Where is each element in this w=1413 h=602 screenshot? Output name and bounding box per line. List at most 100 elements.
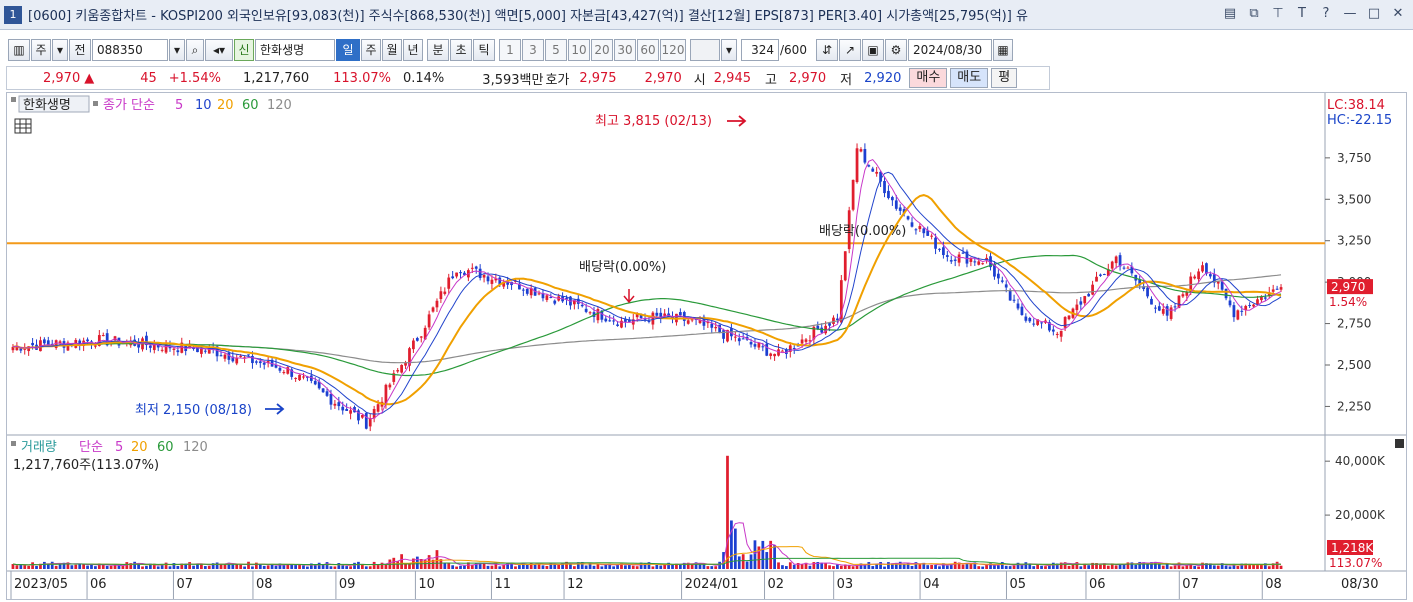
candle-body — [1075, 304, 1079, 311]
volume-bar — [808, 565, 812, 569]
candle-body — [451, 276, 455, 279]
close-icon[interactable]: ✕ — [1389, 5, 1407, 23]
code-dropdown-icon[interactable]: ▾ — [169, 39, 185, 61]
period-type-button[interactable]: 주 — [31, 39, 51, 61]
restore-icon[interactable]: ⧉ — [1245, 5, 1263, 23]
help-icon[interactable]: ? — [1317, 5, 1335, 23]
layout-icon[interactable]: ▤ — [1221, 5, 1239, 23]
shin-badge[interactable]: 신 — [234, 39, 254, 61]
font-icon[interactable]: T — [1293, 5, 1311, 23]
interval-3[interactable]: 3 — [522, 39, 544, 61]
maximize-icon[interactable]: □ — [1365, 5, 1383, 23]
open-label: 시 — [693, 72, 706, 88]
candle-body — [1024, 316, 1028, 321]
calendar-icon[interactable]: ▦ — [993, 39, 1013, 61]
save-icon[interactable]: ▣ — [862, 39, 884, 61]
candle-body — [753, 344, 757, 347]
eval-button[interactable]: 평 — [991, 68, 1018, 88]
interval-custom-input[interactable] — [690, 39, 720, 61]
volume-bar — [349, 566, 352, 569]
chevron-down-icon[interactable]: ▾ — [52, 39, 68, 61]
candle-body — [961, 252, 965, 254]
candle-body — [239, 355, 243, 357]
candle-body — [1032, 323, 1036, 325]
search-icon[interactable]: ⌕ — [186, 39, 204, 61]
candle-body — [412, 340, 415, 350]
candle-body — [953, 259, 957, 261]
volume-bar — [824, 562, 828, 569]
ma5-label: 5 — [175, 98, 183, 113]
volume-bar — [188, 562, 192, 569]
pin-icon[interactable]: ⊤ — [1269, 5, 1287, 23]
sell-button[interactable]: 매도 — [950, 68, 989, 88]
volume-bar — [46, 564, 50, 569]
candle-body — [781, 350, 784, 352]
candle-body — [859, 149, 863, 152]
tab-day[interactable]: 일 — [336, 39, 360, 61]
volume-bar — [737, 556, 741, 569]
volume-bar — [745, 561, 749, 569]
candle-body — [1051, 329, 1055, 332]
candle-body — [934, 237, 937, 249]
candle-body — [1067, 315, 1071, 320]
interval-30[interactable]: 30 — [614, 39, 636, 61]
tab-minute[interactable]: 분 — [427, 39, 449, 61]
interval-120[interactable]: 120 — [660, 39, 686, 61]
x-last-date: 08/30 — [1341, 577, 1378, 592]
volume-bar — [380, 562, 384, 569]
tab-tick[interactable]: 틱 — [473, 39, 495, 61]
candle-body — [1091, 284, 1094, 295]
volume-bar — [396, 561, 400, 569]
interval-1[interactable]: 1 — [499, 39, 521, 61]
date-input[interactable]: 2024/08/30 — [908, 39, 992, 61]
candle-tool-icon[interactable]: ⇵ — [816, 39, 838, 61]
jeon-button[interactable]: 전 — [69, 39, 91, 61]
interval-dropdown-icon[interactable]: ▾ — [721, 39, 737, 61]
sound-icon[interactable]: ◂▾ — [205, 39, 233, 61]
volume-bar — [883, 566, 886, 569]
ma120-label: 120 — [267, 98, 292, 113]
buy-button[interactable]: 매수 — [909, 68, 948, 88]
volume-bar — [1173, 565, 1177, 569]
candle-body — [160, 349, 164, 351]
volume-bar — [364, 566, 368, 569]
minimize-icon[interactable]: — — [1341, 5, 1359, 23]
candle-body — [474, 266, 478, 269]
candle-body — [31, 342, 34, 346]
volume-bar — [1165, 564, 1169, 569]
candle-body — [1099, 274, 1102, 276]
chart-menu-icon[interactable]: ▥ — [8, 39, 30, 61]
ma10-label: 10 — [195, 98, 212, 113]
candle-body — [843, 251, 847, 281]
interval-20[interactable]: 20 — [591, 39, 613, 61]
volume-bar — [345, 566, 349, 569]
chart-area[interactable]: 한화생명 종가 단순 5 10 20 60 120 LC:38.14 HC:-2… — [6, 92, 1407, 600]
tab-month[interactable]: 월 — [382, 39, 402, 61]
stock-code-input[interactable]: 088350 — [92, 39, 168, 61]
interval-5[interactable]: 5 — [545, 39, 567, 61]
interval-10[interactable]: 10 — [568, 39, 590, 61]
stock-tag: 한화생명 — [23, 98, 71, 113]
candle-body — [733, 336, 737, 338]
bar-count-input[interactable]: 324 — [741, 39, 779, 61]
tab-year[interactable]: 년 — [403, 39, 423, 61]
tab-week[interactable]: 주 — [361, 39, 381, 61]
volume-bar — [655, 564, 659, 569]
candle-body — [545, 295, 549, 300]
stock-name-field[interactable]: 한화생명 — [255, 39, 335, 61]
volume-bar — [368, 566, 372, 569]
volume-bar — [678, 564, 682, 569]
candle-body — [898, 207, 902, 211]
volume-bar — [985, 565, 988, 569]
volume-bar — [1248, 564, 1252, 569]
candle-body — [1055, 333, 1059, 335]
interval-60[interactable]: 60 — [637, 39, 659, 61]
volume-bar — [1106, 565, 1110, 569]
volume-panel-close-icon[interactable] — [1395, 439, 1404, 448]
grid-toggle-icon[interactable] — [14, 118, 32, 134]
gear-icon[interactable]: ⚙ — [885, 39, 907, 61]
tab-second[interactable]: 초 — [450, 39, 472, 61]
trend-tool-icon[interactable]: ↗ — [839, 39, 861, 61]
volume-bar — [784, 566, 788, 569]
candle-body — [360, 415, 364, 418]
